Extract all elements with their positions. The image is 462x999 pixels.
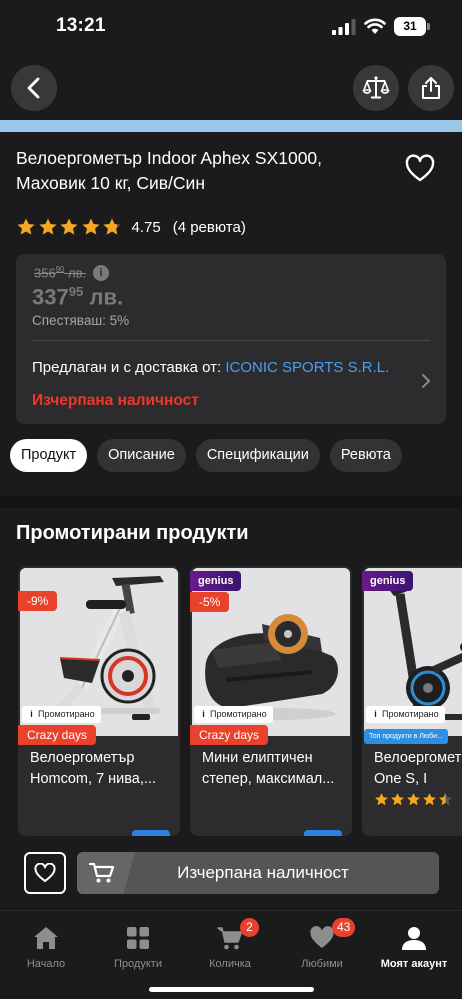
home-icon (34, 927, 58, 949)
product-name[interactable]: Велоергометър Homcom, 7 нива,... (30, 748, 170, 790)
tabbar-label: Начало (26, 958, 66, 970)
seller-link[interactable]: ICONIC SPORTS S.R.L. (225, 359, 389, 376)
battery-icon: 31 (394, 17, 430, 36)
cellular-signal-icon (332, 19, 356, 35)
product-card[interactable]: genius -5% i Промотирано Crazy days Мини … (190, 566, 352, 836)
tabbar-label: Моят акаунт (380, 958, 448, 970)
heart-icon (310, 926, 334, 948)
bottom-tab-bar: Начало Продукти 2 Количка 43 Любими Моят… (0, 910, 462, 999)
crazy-days-tag: Crazy days (190, 725, 269, 745)
product-card[interactable]: -9% i Промотирано Crazy days Велоергометъ… (18, 566, 180, 836)
cart-icon (217, 927, 243, 950)
star-half-icon (439, 793, 452, 806)
status-bar: 13:21 31 (0, 0, 462, 56)
section-divider (0, 496, 462, 508)
out-of-stock-button[interactable]: Изчерпана наличност (77, 852, 439, 894)
wifi-icon (364, 18, 386, 34)
top-product-tag: Топ продукти в Люби... (364, 729, 448, 744)
genius-badge: genius (190, 571, 242, 591)
discount-badge: -5% (190, 592, 230, 612)
tab-specifications[interactable]: Спецификации (195, 439, 320, 472)
product-tabs: Продукт Описание Спецификации Ревюта (10, 439, 412, 472)
add-to-favorites-button[interactable] (24, 852, 66, 894)
product-name[interactable]: Велоергомет Zipro One S, I (374, 748, 462, 790)
star-icon (391, 793, 404, 806)
rating-value: 4.75 (131, 218, 161, 236)
star-icon (407, 793, 420, 806)
divider (32, 340, 430, 341)
chevron-left-icon (27, 77, 40, 99)
promoted-badge: i Промотирано (366, 706, 445, 723)
old-price: 35690 лв. (34, 265, 87, 281)
price-card: 35690 лв. i 33795 лв. Спестяваш: 5% Пред… (16, 254, 446, 424)
current-price: 33795 лв. (32, 284, 124, 310)
review-count[interactable]: (4 ревюта) (173, 219, 246, 236)
heart-icon (34, 863, 56, 882)
savings-text: Спестяваш: 5% (32, 313, 130, 328)
seller-info[interactable]: Предлаган и с доставка от: ICONIC SPORTS… (32, 359, 389, 376)
tabbar-label: Продукти (114, 958, 162, 970)
share-button[interactable] (408, 65, 454, 111)
tabbar-label: Количка (209, 958, 251, 970)
product-card[interactable]: genius i Промотирано Топ продукти в Люби.… (362, 566, 462, 836)
promoted-badge: i Промотирано (194, 706, 273, 723)
star-half-icon (103, 218, 121, 235)
product-rating[interactable]: 4.75 (4 ревюта) (16, 216, 246, 238)
tabbar-label: Любими (301, 958, 343, 970)
star-icon (38, 218, 57, 235)
top-navigation (0, 56, 462, 120)
share-icon (422, 77, 440, 99)
back-button[interactable] (11, 65, 57, 111)
tab-description[interactable]: Описание (97, 439, 186, 472)
crazy-days-tag: Crazy days (18, 725, 97, 745)
tab-product[interactable]: Продукт (10, 439, 88, 472)
heart-icon[interactable] (404, 153, 436, 185)
grid-icon (127, 927, 149, 949)
compare-button[interactable] (353, 65, 399, 111)
discount-badge: -9% (18, 591, 58, 611)
tabbar-home[interactable]: Начало (0, 923, 92, 973)
star-icon (60, 218, 78, 235)
promoted-products-carousel[interactable]: -9% i Промотирано Crazy days Велоергометъ… (18, 566, 462, 836)
tabbar-cart[interactable]: 2 Количка (184, 918, 276, 973)
star-icon (81, 218, 100, 235)
scale-compare-icon (362, 76, 390, 99)
promoted-badge: i Промотирано (22, 706, 101, 723)
home-indicator (149, 987, 314, 992)
product-rating-stars (374, 792, 454, 807)
bottom-action-bar: Изчерпана наличност (0, 836, 462, 910)
product-name[interactable]: Мини елиптичен степер, максимал... (202, 748, 342, 790)
promo-banner-strip[interactable] (0, 120, 462, 132)
product-title: Велоергометър Indoor Aphex SX1000, Махов… (16, 148, 323, 193)
star-icon (17, 218, 35, 235)
promoted-section-title: Промотирани продукти (16, 522, 249, 544)
star-icon (375, 793, 388, 806)
clock: 13:21 (56, 15, 106, 36)
info-icon[interactable]: i (93, 265, 109, 281)
genius-badge: genius (362, 571, 414, 591)
person-icon (402, 927, 426, 950)
tabbar-products[interactable]: Продукти (92, 923, 184, 973)
chevron-right-icon[interactable] (420, 372, 432, 390)
favorites-count-badge: 43 (332, 918, 356, 937)
cart-count-badge: 2 (240, 918, 259, 937)
star-icon (423, 793, 436, 806)
tabbar-favorites[interactable]: 43 Любими (276, 918, 368, 973)
stock-status: Изчерпана наличност (32, 392, 199, 409)
tabbar-account[interactable]: Моят акаунт (368, 923, 460, 973)
tab-reviews[interactable]: Ревюта (329, 439, 402, 472)
out-of-stock-label: Изчерпана наличност (177, 863, 349, 882)
